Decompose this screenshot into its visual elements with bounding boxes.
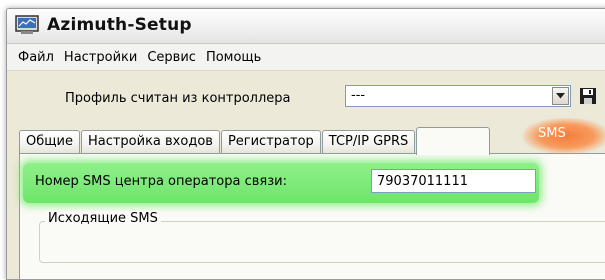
window-title: Azimuth-Setup	[47, 15, 192, 35]
sms-center-number-input[interactable]	[371, 169, 536, 193]
floppy-disk-icon[interactable]	[577, 85, 599, 107]
tab-strip: Общие Настройка входов Регистратор TCP/I…	[19, 127, 491, 155]
chevron-down-icon[interactable]	[552, 87, 569, 105]
title-bar: Azimuth-Setup	[7, 9, 605, 44]
menu-file[interactable]: Файл	[13, 50, 59, 65]
tab-general[interactable]: Общие	[19, 130, 80, 154]
tab-tcpip-gprs[interactable]: TCP/IP GPRS	[321, 130, 416, 154]
outgoing-sms-group-label: Исходящие SMS	[45, 211, 161, 226]
tab-sms[interactable]	[416, 127, 491, 155]
app-window-icon	[15, 15, 39, 35]
outgoing-sms-group	[39, 221, 605, 263]
app-window: Azimuth-Setup Файл Настройки Сервис Помо…	[6, 8, 605, 280]
main-content: Профиль считан из контроллера --- Общие …	[7, 71, 605, 279]
sms-center-label: Номер SMS центра оператора связи:	[35, 174, 287, 189]
menu-settings[interactable]: Настройки	[59, 50, 142, 65]
profile-combo[interactable]: ---	[345, 85, 571, 107]
menu-bar: Файл Настройки Сервис Помощь	[7, 44, 605, 71]
menu-help[interactable]: Помощь	[201, 50, 266, 65]
tab-sms-label[interactable]: SMS	[538, 126, 566, 141]
profile-combo-value: ---	[351, 88, 366, 103]
tab-inputs[interactable]: Настройка входов	[80, 130, 220, 154]
tab-recorder[interactable]: Регистратор	[220, 130, 321, 154]
menu-service[interactable]: Сервис	[142, 50, 201, 65]
profile-label: Профиль считан из контроллера	[65, 91, 291, 106]
